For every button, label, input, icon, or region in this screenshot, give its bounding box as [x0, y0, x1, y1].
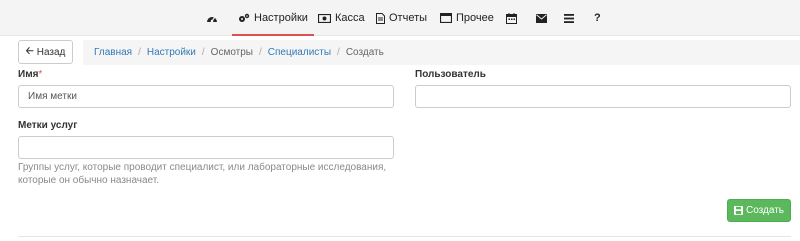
nav-kassa-label: Касса	[335, 12, 365, 24]
name-input[interactable]	[18, 85, 394, 108]
nav-calendar[interactable]	[506, 0, 517, 36]
breadcrumb-inspections: Осмотры	[210, 47, 253, 58]
user-label: Пользователь	[415, 69, 486, 80]
envelope-icon	[536, 13, 547, 23]
nav-settings-label: Настройки	[254, 12, 308, 24]
nav-other-label: Прочее	[456, 12, 494, 24]
nav-other[interactable]: Прочее	[440, 0, 494, 36]
breadcrumb-specialists[interactable]: Специалисты	[268, 47, 331, 58]
gears-icon	[238, 13, 250, 23]
create-button-label: Создать	[745, 205, 784, 216]
user-input[interactable]	[415, 85, 791, 108]
required-mark: *	[38, 69, 43, 80]
name-label-text: Имя	[18, 69, 39, 80]
create-button[interactable]: Создать	[727, 199, 791, 222]
breadcrumb-current: Создать	[345, 47, 384, 58]
breadcrumb: Главная / Настройки / Осмотры / Специали…	[83, 40, 800, 65]
nav-help[interactable]: ?	[594, 0, 601, 36]
calendar-icon	[506, 12, 517, 24]
back-button-label: Назад	[36, 46, 66, 58]
nav-kassa[interactable]: Касса	[318, 0, 365, 36]
nav-reports-label: Отчеты	[389, 12, 428, 24]
breadcrumb-settings[interactable]: Настройки	[147, 47, 196, 58]
nav-settings[interactable]: Настройки	[232, 0, 314, 36]
nav-messages[interactable]	[536, 0, 547, 36]
nav-reports[interactable]: Отчеты	[376, 0, 427, 36]
money-icon	[318, 13, 331, 23]
service-tags-input[interactable]	[18, 136, 394, 159]
hamburger-icon	[564, 13, 574, 23]
service-tags-label: Метки услуг	[18, 120, 78, 131]
nav-dashboard[interactable]	[206, 0, 218, 36]
divider	[18, 236, 791, 237]
save-icon	[733, 206, 743, 215]
breadcrumb-separator: /	[259, 47, 262, 58]
top-navbar: Настройки Касса Отчеты Прочее ?	[0, 0, 800, 36]
back-button[interactable]: 🡠 Назад	[18, 40, 73, 64]
service-tags-help: Группы услуг, которые проводит специалис…	[18, 162, 387, 186]
toolbar: 🡠 Назад Главная / Настройки / Осмотры / …	[0, 37, 800, 65]
breadcrumb-separator: /	[201, 47, 205, 58]
nav-menu[interactable]	[564, 0, 574, 36]
breadcrumb-separator: /	[337, 47, 340, 58]
breadcrumb-separator: /	[138, 47, 141, 58]
file-icon	[376, 12, 385, 24]
arrow-left-icon: 🡠	[25, 45, 34, 57]
name-label: Имя*	[18, 69, 42, 80]
window-icon	[440, 13, 452, 23]
question-icon: ?	[594, 12, 601, 24]
breadcrumb-home[interactable]: Главная	[94, 47, 132, 58]
dashboard-icon	[206, 13, 218, 23]
